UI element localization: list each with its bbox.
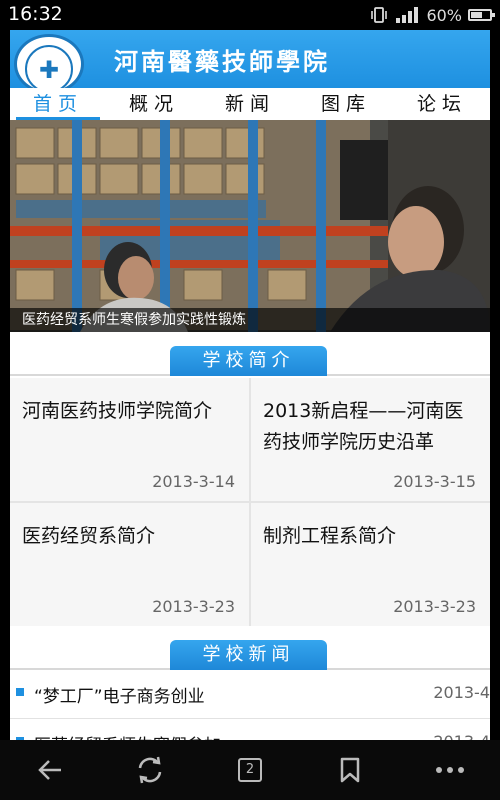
hero-caption: 医药经贸系师生寒假参加实践性锻炼 — [10, 308, 490, 332]
more-button[interactable] — [425, 745, 475, 795]
intro-card-date: 2013-3-14 — [152, 472, 235, 491]
intro-card-title: 河南医药技师学院简介 — [22, 400, 213, 422]
intro-card[interactable]: 制剂工程系简介 2013-3-23 — [251, 503, 490, 626]
intro-card-date: 2013-3-23 — [393, 597, 476, 616]
refresh-icon — [138, 756, 162, 784]
news-item[interactable]: “梦工厂”电子商务创业 2013-4 — [10, 670, 490, 719]
status-bar: 16:32 60% — [0, 0, 500, 30]
bullet-icon — [16, 688, 24, 696]
hero-image — [10, 120, 490, 332]
intro-card[interactable]: 河南医药技师学院简介 2013-3-14 — [10, 378, 249, 501]
tabs-button[interactable]: 2 — [225, 745, 275, 795]
status-time: 16:32 — [8, 3, 63, 25]
webview[interactable]: ✚ 河南醫藥技師學院 首页 概况 新闻 图库 论坛 医药经贸系师生寒假参加实践性… — [10, 30, 490, 740]
site-header: ✚ 河南醫藥技師學院 — [10, 30, 490, 94]
nav-tab[interactable]: 首页 — [10, 88, 106, 120]
battery-percent: 60% — [426, 5, 462, 25]
refresh-button[interactable] — [125, 745, 175, 795]
news-section-header: 学校新闻 — [10, 638, 490, 670]
battery-icon — [468, 9, 495, 21]
intro-card[interactable]: 2013新启程——河南医药技师学院历史沿革 2013-3-15 — [251, 378, 490, 501]
intro-card-date: 2013-3-15 — [393, 472, 476, 491]
nav-tab[interactable]: 新闻 — [202, 88, 298, 120]
school-emblem-icon[interactable]: ✚ — [14, 34, 84, 94]
battery-fill — [471, 12, 482, 18]
hero-banner[interactable]: 医药经贸系师生寒假参加实践性锻炼 — [10, 120, 490, 332]
intro-card-date: 2013-3-23 — [152, 597, 235, 616]
news-item-date: 2013-4 — [433, 732, 490, 740]
news-item-title: “梦工厂”电子商务创业 — [34, 687, 205, 707]
signal-icon — [396, 7, 419, 23]
news-item-date: 2013-4 — [433, 683, 490, 702]
screen: 16:32 60% ✚ 河南醫藥技師學院 首页 概况 新闻 图库 论坛 医药经贸… — [0, 0, 500, 800]
nav-tab[interactable]: 图库 — [298, 88, 394, 120]
news-section-tab[interactable]: 学校新闻 — [170, 640, 327, 670]
nav-tab[interactable]: 论坛 — [394, 88, 490, 120]
bookmark-button[interactable] — [325, 745, 375, 795]
back-icon — [38, 760, 61, 780]
intro-grid: 河南医药技师学院简介 2013-3-14 2013新启程——河南医药技师学院历史沿革… — [10, 378, 490, 626]
intro-section-header: 学校简介 — [10, 344, 490, 376]
back-button[interactable] — [25, 745, 75, 795]
intro-card-title: 医药经贸系简介 — [22, 525, 156, 547]
emblem-ring: ✚ — [25, 45, 73, 91]
news-list: “梦工厂”电子商务创业 2013-4 医药经贸系师生寒假参加 2013-4 — [10, 670, 490, 740]
bookmark-icon — [340, 757, 360, 783]
browser-toolbar: 2 — [0, 740, 500, 800]
more-icon — [436, 767, 464, 773]
nav-tab[interactable]: 概况 — [106, 88, 202, 120]
intro-card-title: 制剂工程系简介 — [263, 525, 397, 547]
school-title: 河南醫藥技師學院 — [114, 47, 330, 76]
main-nav: 首页 概况 新闻 图库 论坛 — [10, 88, 490, 121]
news-item-title: 医药经贸系师生寒假参加 — [34, 731, 221, 740]
intro-section-tab[interactable]: 学校简介 — [170, 346, 327, 376]
emblem-mark: ✚ — [38, 56, 60, 84]
tabs-icon: 2 — [238, 758, 262, 782]
vibrate-icon — [371, 7, 388, 23]
intro-card[interactable]: 医药经贸系简介 2013-3-23 — [10, 503, 249, 626]
news-item[interactable]: 医药经贸系师生寒假参加 2013-4 — [10, 719, 490, 740]
intro-card-title: 2013新启程——河南医药技师学院历史沿革 — [263, 400, 464, 453]
status-icons: 60% — [370, 5, 495, 25]
